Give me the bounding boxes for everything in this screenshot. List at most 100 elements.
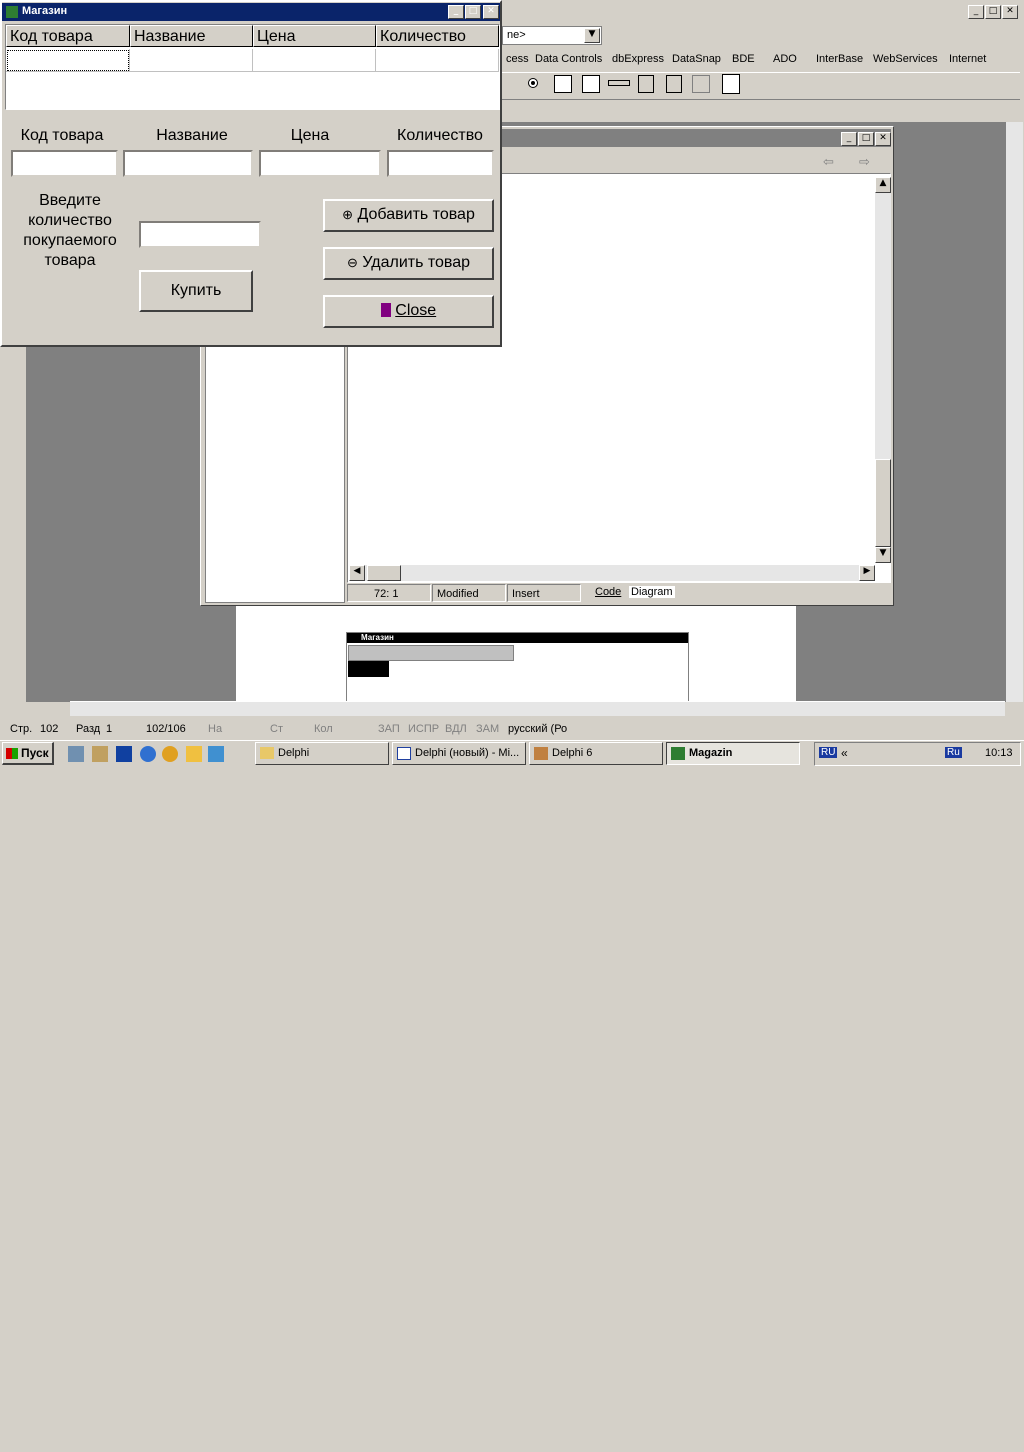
listbox-component-icon[interactable]: [554, 75, 572, 93]
close-icon[interactable]: ✕: [1002, 5, 1018, 19]
palette-tab[interactable]: cess: [506, 52, 529, 66]
editor-modified-state: Modified: [432, 584, 506, 602]
grid-header-price[interactable]: Цена: [253, 25, 376, 47]
door-exit-icon: [380, 303, 391, 317]
products-grid[interactable]: Код товара Название Цена Количество: [5, 24, 500, 110]
panel-component-icon[interactable]: [692, 75, 710, 93]
maximize-icon[interactable]: □: [465, 5, 481, 19]
taskbar-item-magazin[interactable]: Magazin: [666, 742, 800, 765]
palette-tab[interactable]: InterBase: [816, 52, 863, 66]
scroll-right-icon[interactable]: ▶: [859, 565, 875, 581]
combobox-component-icon[interactable]: [582, 75, 600, 93]
grid-header-code[interactable]: Код товара: [6, 25, 130, 47]
browser-icon[interactable]: [140, 746, 156, 762]
name-field[interactable]: [123, 150, 253, 177]
grid-header-name[interactable]: Название: [130, 25, 253, 47]
radio-component-icon[interactable]: [528, 78, 538, 88]
maximize-icon[interactable]: □: [858, 132, 874, 146]
tray-expand-icon[interactable]: «: [841, 746, 848, 760]
email-icon[interactable]: [208, 746, 224, 762]
language-indicator[interactable]: RU: [819, 747, 838, 758]
close-icon[interactable]: ✕: [483, 5, 499, 19]
back-arrow-icon[interactable]: ⇦: [823, 154, 839, 169]
palette-tab[interactable]: Internet: [949, 52, 986, 66]
taskbar: Пуск Delphi Delphi (новый) - Mi... Delph…: [0, 740, 1024, 768]
label-qty: Количество: [397, 127, 483, 144]
scroll-thumb[interactable]: [875, 459, 891, 547]
editor-titlebar: [501, 129, 891, 147]
label-name: Название: [156, 127, 228, 144]
add-product-button[interactable]: ⊕ Добавить товар: [323, 199, 494, 232]
windows-logo-icon: [6, 748, 18, 759]
grid-header-qty[interactable]: Количество: [376, 25, 499, 47]
preview-grid-selected: [348, 661, 389, 677]
label-price: Цена: [290, 127, 330, 144]
radiogroup-component-icon[interactable]: [666, 75, 682, 93]
palette-tab[interactable]: DataSnap: [672, 52, 721, 66]
palette-tab[interactable]: WebServices: [873, 52, 938, 66]
chevron-down-icon[interactable]: ▼: [584, 28, 600, 43]
groupbox-component-icon[interactable]: [638, 75, 654, 93]
buy-button-label: Купить: [170, 282, 222, 299]
close-button[interactable]: Close: [323, 295, 494, 328]
preview-title: Магазин: [361, 633, 394, 642]
minimize-icon[interactable]: _: [841, 132, 857, 146]
palette-tab[interactable]: Data Controls: [535, 52, 602, 66]
taskbar-item-delphi6[interactable]: Delphi 6: [529, 742, 663, 765]
scroll-down-icon[interactable]: ▼: [875, 547, 891, 563]
status-track: ИСПР: [408, 723, 440, 735]
scroll-up-icon[interactable]: ▲: [875, 177, 891, 193]
price-field[interactable]: [259, 150, 381, 177]
scrollbar-component-icon[interactable]: [608, 80, 630, 86]
close-button-label: Close: [395, 302, 437, 319]
tray-lang-badge[interactable]: Ru: [945, 747, 962, 758]
delete-product-button[interactable]: ⊖ Удалить товар: [323, 247, 494, 280]
explorer-icon[interactable]: [92, 746, 108, 762]
taskbar-item-word[interactable]: Delphi (новый) - Mi...: [392, 742, 526, 765]
scroll-thumb[interactable]: [367, 565, 401, 581]
add-product-label: Добавить товар: [357, 206, 475, 223]
status-rec: ЗАП: [378, 723, 400, 735]
component-combo[interactable]: ne> ▼: [502, 26, 602, 45]
grid-cell[interactable]: [376, 49, 499, 72]
word-vscrollbar[interactable]: [1006, 122, 1023, 702]
delete-product-label: Удалить товар: [362, 254, 471, 271]
word-icon: [397, 747, 411, 760]
grid-cell-selected[interactable]: [6, 49, 130, 72]
palette-tab[interactable]: BDE: [732, 52, 755, 66]
status-at: На: [208, 723, 223, 735]
pencil-icon[interactable]: [186, 746, 202, 762]
forward-arrow-icon[interactable]: ⇨: [859, 154, 875, 169]
minimize-icon[interactable]: _: [968, 5, 984, 19]
status-ext: ВДЛ: [445, 723, 467, 735]
maximize-icon[interactable]: □: [985, 5, 1001, 19]
taskbar-item-delphi-folder[interactable]: Delphi: [255, 742, 389, 765]
form-title: Магазин: [22, 5, 68, 17]
component-combo-text: ne>: [507, 29, 526, 41]
prompt-line: Введите: [39, 192, 101, 209]
grid-cell[interactable]: [130, 49, 253, 72]
palette-tab[interactable]: dbExpress: [612, 52, 664, 66]
word-hscrollbar[interactable]: [70, 701, 1005, 716]
save-icon[interactable]: [116, 746, 132, 762]
scroll-left-icon[interactable]: ◀: [349, 565, 365, 581]
start-button[interactable]: Пуск: [2, 742, 54, 765]
grid-cell[interactable]: [253, 49, 376, 72]
minimize-icon[interactable]: _: [448, 5, 464, 19]
status-page-number: 102: [40, 723, 59, 735]
desktop-icon[interactable]: [68, 746, 84, 762]
buy-button[interactable]: Купить: [139, 270, 253, 312]
qty-field[interactable]: [387, 150, 494, 177]
actionlist-component-icon[interactable]: [722, 74, 740, 94]
close-icon[interactable]: ✕: [875, 132, 891, 146]
palette-tab[interactable]: ADO: [773, 52, 797, 66]
tab-diagram[interactable]: Diagram: [629, 586, 675, 598]
tab-code[interactable]: Code: [595, 586, 621, 598]
code-field[interactable]: [11, 150, 118, 177]
buy-qty-field[interactable]: [139, 221, 261, 248]
status-page-label: Стр.: [10, 723, 33, 735]
editor-vscrollbar[interactable]: ▲ ▼: [875, 177, 891, 563]
media-player-icon[interactable]: [162, 746, 178, 762]
editor-hscrollbar[interactable]: ◀ ▶: [349, 565, 875, 581]
prompt-line: количество: [28, 212, 112, 229]
